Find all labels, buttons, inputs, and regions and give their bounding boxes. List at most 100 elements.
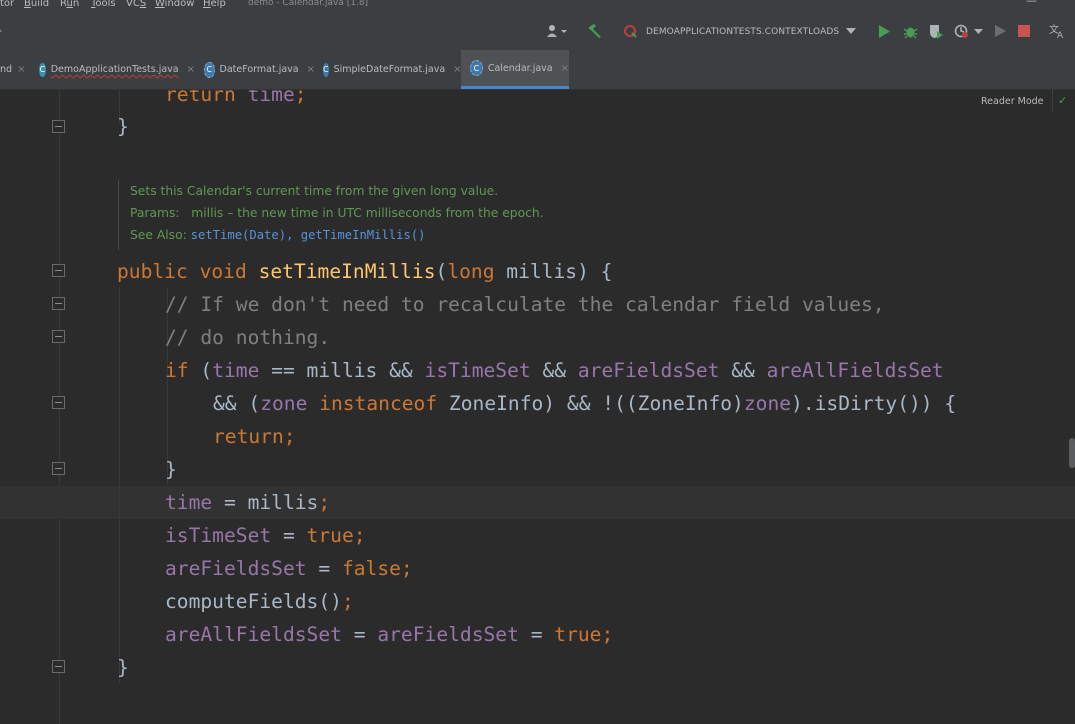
menu-item-build[interactable]: Build [24,0,49,9]
code-line: } [117,651,129,684]
tab-label: SimpleDateFormat.java [333,64,446,75]
code-line-current: time = millis; [165,486,330,519]
operator: = [518,623,555,646]
code-comment: // do nothing. [165,321,330,354]
operator: = [341,623,378,646]
doc-see-also-label: See Also: [130,228,187,242]
code-line-if: if (time == millis && isTimeSet && areFi… [165,354,944,387]
fold-start-icon[interactable] [52,264,65,277]
field-ref: areFieldsSet [377,623,519,646]
fold-end-icon[interactable] [52,330,65,343]
stop-icon[interactable] [1016,22,1032,40]
coverage-icon[interactable] [926,22,944,40]
method-call: computeFields() [165,590,342,613]
profiler-icon[interactable] [952,22,970,40]
spring-test-class-icon: C [39,62,46,77]
doc-params-label: Params: [130,206,180,220]
code-line: areAllFieldsSet = areFieldsSet = true; [165,618,613,651]
doc-description: Sets this Calendar's current time from t… [130,184,499,198]
method-name: setTimeInMillis [258,260,436,283]
scrollbar-thumb[interactable] [1069,438,1075,468]
minimize-button[interactable]: — [1026,0,1037,7]
field-ref: zone [743,392,792,415]
menu-item-tools[interactable]: Tools [91,0,116,9]
menu-item-help[interactable]: Help [203,0,226,9]
tab-label: DateFormat.java [219,64,299,75]
tab-calendar[interactable]: C Calendar.java × [461,50,569,89]
class-icon: C [323,62,329,77]
code-line: computeFields(); [165,585,354,618]
menu-item-run[interactable]: Run [60,0,79,9]
field-ref: isTimeSet [165,524,272,547]
chevron-down-icon[interactable] [971,22,985,40]
menu-item-editor[interactable]: tor [0,0,14,9]
field-ref: zone [260,392,308,415]
close-icon[interactable]: × [307,64,315,75]
debug-icon[interactable] [901,22,919,40]
tab-simpledateformat[interactable]: C SimpleDateFormat.java × [315,50,462,89]
code-line: } [117,110,129,143]
run-icon[interactable] [876,22,892,40]
translate-icon[interactable]: 文A [1048,22,1066,40]
operator: = [306,557,342,580]
fold-end-icon[interactable] [52,462,65,475]
comment: // If we don't need to recalculate the c… [165,293,885,316]
keyword: instanceof [319,392,438,415]
menu-mnemonic: u [66,0,73,9]
menu-item-vcs[interactable]: VCS [126,0,146,9]
code-line: } [165,453,177,486]
expression: = millis [212,491,319,514]
doc-see-also: See Also: setTime(Date), getTimeInMillis… [130,224,1058,246]
closing-brace: } [117,115,129,138]
code-line: isTimeSet = true; [165,519,366,552]
menu-mnemonic: S [139,0,147,9]
menu-bar: tor Build Run Tools VCS Window Help demo… [0,0,1075,12]
menu-mnemonic: W [155,0,165,9]
code-line-return: return; [213,420,296,453]
tab-demoapplicationtests[interactable]: C DemoApplicationTests.java × [30,50,195,89]
keyword: return [165,90,236,106]
code-editor[interactable]: Reader Mode ✓ return time; } Sets this C… [0,90,1075,724]
chevron-down-icon[interactable] [843,22,859,40]
operator: = [271,524,307,547]
tab-label: DemoApplicationTests.java [50,64,179,75]
build-hammer-icon[interactable] [586,22,604,40]
field-ref: areFieldsSet [165,557,307,580]
inspection-ok-icon[interactable]: ✓ [1058,94,1067,107]
doc-link-gettimeinmillis[interactable]: getTimeInMillis() [301,228,426,242]
doc-link-settime[interactable]: setTime(Date) [191,228,286,242]
menu-mnemonic: H [203,0,211,9]
run-configuration-selector[interactable]: DEMOAPPLICATIONTESTS.CONTEXTLOADS [646,27,839,37]
user-icon[interactable] [544,22,570,40]
close-icon[interactable]: × [187,64,195,75]
fold-end-icon[interactable] [52,120,65,133]
param: millis) { [506,260,613,283]
literal: true; [554,623,614,646]
run-disabled-icon[interactable] [992,22,1008,40]
semicolon: ; [318,491,331,514]
field-ref: isTimeSet [424,359,531,382]
menu-item-build-rest: uild [30,0,50,9]
close-icon[interactable]: × [561,63,569,74]
operator: && ( [213,392,261,415]
keyword: if [165,359,189,382]
menu-item-window[interactable]: Window [155,0,194,9]
run-config-icon [622,22,638,40]
reader-mode-button[interactable]: Reader Mode [981,96,1044,107]
expression: ).isDirty()) { [791,392,957,415]
doc-params-text: millis – the new time in UTC millisecond… [191,206,544,220]
caret-row-highlight [0,486,1075,519]
close-icon[interactable]: × [17,64,25,75]
keyword: return; [213,425,296,448]
tab-dateformat[interactable]: C DateFormat.java × [195,50,315,89]
closing-brace: } [117,656,129,679]
abstract-class-icon: C [204,61,215,78]
svg-text:A: A [1057,31,1064,39]
fold-start-icon[interactable] [52,396,65,409]
reader-mode-divider [1052,90,1053,112]
fold-end-icon[interactable] [52,660,65,673]
literal: false; [341,557,413,580]
tab-overflow[interactable]: nd × [0,50,30,89]
fold-start-icon[interactable] [52,297,65,310]
field-ref: time [247,90,295,106]
